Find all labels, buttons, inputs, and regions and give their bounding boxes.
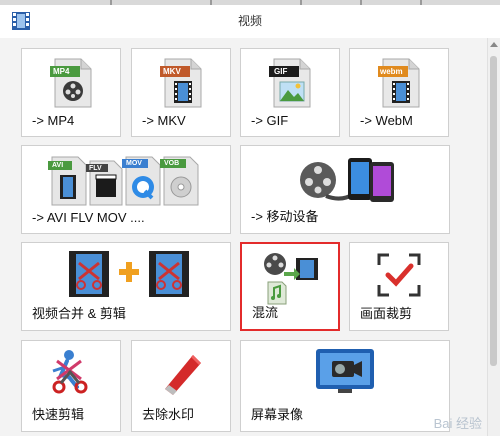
gif-file-icon xyxy=(269,58,311,108)
mux-tile[interactable]: 混流 xyxy=(240,242,340,331)
convert-multi-format-tile[interactable]: AVI FLV MOV VOB -> AVI FLV MOV .... xyxy=(21,145,231,234)
convert-mobile-tile[interactable]: -> 移动设备 xyxy=(240,145,450,234)
crop-label: 画面裁剪 xyxy=(360,306,413,321)
scroll-up-arrow-icon[interactable] xyxy=(490,42,498,47)
convert-multi-format-label: -> AVI FLV MOV .... xyxy=(32,210,145,225)
remove-watermark-tile[interactable]: 去除水印 xyxy=(131,340,231,432)
scissors-figure-icon xyxy=(52,350,88,394)
crop-check-icon xyxy=(377,253,421,297)
baidu-watermark: Bai 经验 xyxy=(433,416,482,431)
screen-record-label: 屏幕录像 xyxy=(251,407,304,422)
convert-webm-tile[interactable]: webm -> WebM xyxy=(349,48,449,137)
convert-mp4-label: -> MP4 xyxy=(32,113,75,128)
mov-badge: MOV xyxy=(126,160,142,167)
convert-mkv-tile[interactable]: MKV -> MKV xyxy=(131,48,231,137)
flv-badge: FLV xyxy=(89,165,102,172)
crop-tile[interactable]: 画面裁剪 xyxy=(349,242,449,331)
screen-record-icon xyxy=(316,349,374,393)
eraser-icon xyxy=(165,355,201,395)
convert-gif-tile[interactable]: GIF -> GIF xyxy=(240,48,340,137)
vertical-scrollbar[interactable] xyxy=(487,38,500,436)
mp4-badge: MP4 xyxy=(53,67,70,76)
merge-edit-label: 视频合并 & 剪辑 xyxy=(32,306,126,321)
audio-video-mux-icon xyxy=(264,253,318,305)
quick-cut-tile[interactable]: 快速剪辑 xyxy=(21,340,121,432)
film-reel-phones-icon xyxy=(300,158,394,202)
webm-badge: webm xyxy=(380,67,403,76)
mux-label: 混流 xyxy=(252,305,279,320)
screen-record-tile[interactable]: 屏幕录像 xyxy=(240,340,450,432)
mkv-badge: MKV xyxy=(163,67,181,76)
convert-mp4-tile[interactable]: MP4 -> MP4 xyxy=(21,48,121,137)
convert-webm-label: -> WebM xyxy=(360,113,413,128)
window-title: 视频 xyxy=(237,14,262,28)
mp4-file-icon xyxy=(50,58,92,108)
quick-cut-label: 快速剪辑 xyxy=(32,407,85,422)
webm-file-icon xyxy=(378,58,420,108)
convert-gif-label: -> GIF xyxy=(251,113,289,128)
tool-grid: MP4 -> MP4 MKV -> MKV GIF -> GIF webm ->… xyxy=(0,38,500,436)
title-bar: 视频 xyxy=(0,0,500,39)
top-strip xyxy=(0,0,500,5)
scrollbar-thumb[interactable] xyxy=(490,56,497,366)
vob-badge: VOB xyxy=(164,160,180,167)
gif-badge: GIF xyxy=(274,67,288,76)
avi-badge: AVI xyxy=(52,162,64,169)
mkv-file-icon xyxy=(160,58,202,108)
convert-mkv-label: -> MKV xyxy=(142,113,186,128)
merge-edit-tile[interactable]: 视频合并 & 剪辑 xyxy=(21,242,231,331)
film-plus-film-icon xyxy=(69,251,189,297)
remove-watermark-label: 去除水印 xyxy=(142,407,195,422)
convert-mobile-label: -> 移动设备 xyxy=(251,209,319,224)
